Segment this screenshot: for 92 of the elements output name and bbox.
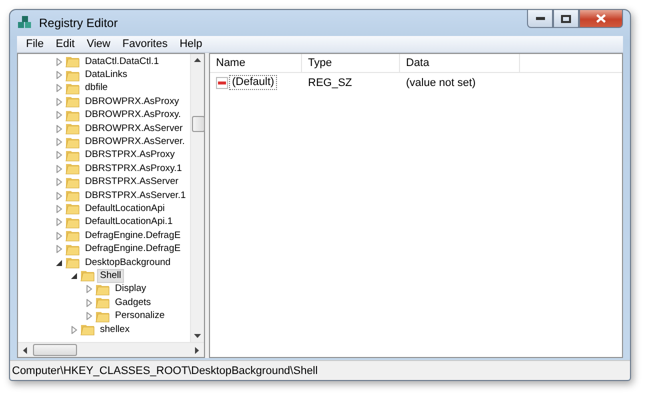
- tree-item[interactable]: DBROWPRX.AsServer.: [82, 135, 188, 150]
- table-cell-text: (value not set): [405, 76, 477, 88]
- tree-item[interactable]: DefaultLocationApi.1: [82, 215, 176, 230]
- tree-item[interactable]: Display: [112, 282, 150, 296]
- expand-arrow-icon[interactable]: [56, 111, 63, 120]
- menu-item[interactable]: Favorites: [116, 38, 174, 50]
- expand-arrow-icon[interactable]: [56, 178, 63, 186]
- value-name[interactable]: (Default): [229, 75, 278, 90]
- menu-item[interactable]: View: [80, 38, 116, 50]
- string-value-icon: [216, 76, 228, 88]
- column-header[interactable]: Name: [210, 54, 302, 72]
- vertical-scrollbar[interactable]: [190, 54, 204, 342]
- tree-item[interactable]: DataCtl.DataCtl.1: [82, 54, 162, 69]
- tree-item[interactable]: DefragEngine.DefragE: [82, 242, 184, 256]
- folder-icon: [65, 216, 80, 229]
- tree-item[interactable]: DefaultLocationApi: [82, 202, 168, 216]
- tree-item[interactable]: DBRSTPRX.AsProxy.1: [82, 162, 185, 176]
- minimize-icon: [536, 17, 544, 20]
- tree-item[interactable]: DataLinks: [82, 68, 130, 82]
- folder-icon: [65, 55, 80, 68]
- scroll-thumb[interactable]: [192, 116, 205, 132]
- scroll-down-icon[interactable]: [194, 334, 201, 339]
- folder-icon: [65, 242, 80, 256]
- scroll-thumb[interactable]: [33, 344, 77, 356]
- scroll-right-icon[interactable]: [195, 346, 200, 354]
- maximize-button[interactable]: [553, 10, 579, 28]
- scroll-up-icon[interactable]: [194, 57, 201, 62]
- folder-icon: [65, 229, 80, 242]
- expand-arrow-icon[interactable]: [86, 312, 93, 320]
- tree-item[interactable]: Personalize: [112, 309, 168, 324]
- folder-icon: [95, 282, 110, 296]
- expand-arrow-icon[interactable]: [56, 124, 63, 133]
- tree-item[interactable]: DBRSTPRX.AsProxy: [82, 148, 178, 162]
- folder-icon: [65, 136, 80, 149]
- collapse-arrow-icon[interactable]: [71, 272, 78, 280]
- close-button[interactable]: [579, 10, 623, 28]
- minimize-button[interactable]: [527, 10, 553, 28]
- tree-item[interactable]: Gadgets: [112, 296, 154, 310]
- folder-icon: [65, 162, 80, 176]
- table-cell-text: REG_SZ: [307, 76, 354, 88]
- folder-icon: [65, 82, 80, 95]
- folder-icon: [65, 202, 80, 216]
- column-header[interactable]: Type: [302, 54, 400, 72]
- tree-item[interactable]: shellex: [97, 322, 133, 337]
- expand-arrow-icon[interactable]: [56, 138, 63, 146]
- scroll-left-icon[interactable]: [22, 346, 27, 354]
- status-bar: Computer\HKEY_CLASSES_ROOT\DesktopBackground\Shell: [10, 360, 630, 380]
- expand-arrow-icon[interactable]: [86, 285, 93, 294]
- folder-icon: [65, 68, 80, 82]
- tree-item[interactable]: DBROWPRX.AsProxy.: [82, 108, 184, 122]
- tree-item[interactable]: Shell: [97, 268, 124, 283]
- expand-arrow-icon[interactable]: [56, 192, 63, 200]
- tree-item[interactable]: dbfile: [82, 81, 111, 96]
- expand-arrow-icon[interactable]: [56, 71, 63, 80]
- expand-arrow-icon[interactable]: [56, 232, 63, 240]
- window-title: Registry Editor: [39, 16, 118, 30]
- expand-arrow-icon[interactable]: [86, 298, 93, 307]
- tree-item[interactable]: DesktopBackground: [82, 256, 174, 270]
- folder-icon: [65, 189, 80, 202]
- menu-item[interactable]: Help: [174, 38, 208, 50]
- tree-item[interactable]: DBRSTPRX.AsServer: [82, 175, 182, 190]
- expand-arrow-icon[interactable]: [71, 326, 78, 334]
- folder-icon: [65, 108, 80, 122]
- expand-arrow-icon[interactable]: [56, 58, 63, 66]
- folder-icon: [65, 122, 80, 136]
- collapse-arrow-icon[interactable]: [56, 258, 63, 267]
- column-header[interactable]: Data: [400, 54, 520, 72]
- expand-arrow-icon[interactable]: [56, 84, 63, 92]
- tree-item[interactable]: DBROWPRX.AsServer: [82, 122, 186, 136]
- folder-icon: [65, 256, 80, 270]
- folder-icon: [65, 148, 80, 162]
- expand-arrow-icon[interactable]: [56, 204, 63, 213]
- tree-item[interactable]: DBRSTPRX.AsServer.1: [82, 188, 189, 203]
- expand-arrow-icon[interactable]: [56, 164, 63, 173]
- folder-icon: [80, 323, 95, 336]
- expand-arrow-icon[interactable]: [56, 151, 63, 160]
- menu-item[interactable]: Edit: [50, 38, 81, 50]
- cubes-icon: [17, 15, 33, 31]
- tree-item[interactable]: DBROWPRX.AsProxy: [82, 94, 182, 109]
- menu-item[interactable]: File: [20, 38, 50, 50]
- maximize-icon: [561, 14, 571, 22]
- expand-arrow-icon[interactable]: [56, 218, 63, 226]
- folder-icon: [95, 296, 110, 310]
- expand-arrow-icon[interactable]: [56, 245, 63, 254]
- horizontal-scrollbar[interactable]: [18, 342, 204, 357]
- close-icon: [596, 14, 606, 23]
- folder-icon: [95, 310, 110, 323]
- expand-arrow-icon[interactable]: [56, 98, 63, 106]
- folder-icon: [65, 176, 80, 189]
- folder-icon: [65, 95, 80, 108]
- folder-icon: [80, 269, 95, 282]
- tree-item[interactable]: DefragEngine.DefragE: [82, 228, 184, 243]
